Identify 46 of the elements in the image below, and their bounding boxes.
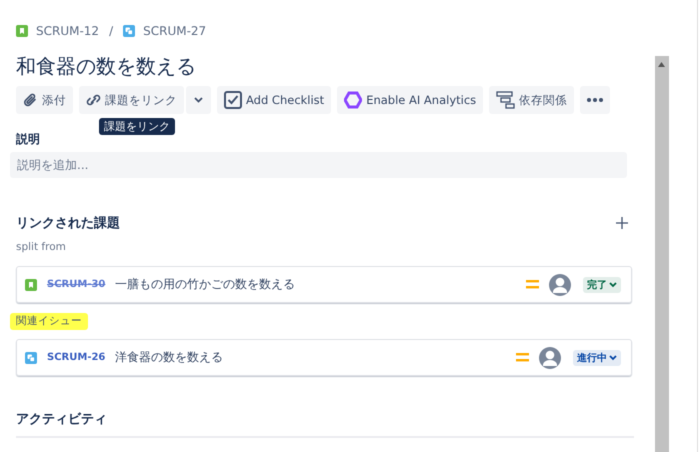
attach-button[interactable]: 添付	[16, 86, 73, 114]
add-icon[interactable]	[616, 217, 628, 229]
bookmark-icon	[16, 25, 28, 37]
tooltip: 課題をリンク	[99, 118, 175, 135]
priority-icon	[516, 353, 529, 362]
issue-key-link[interactable]: SCRUM-26	[47, 352, 105, 363]
paperclip-icon	[23, 93, 38, 107]
section-heading: リンクされた課題	[16, 215, 120, 232]
status-button[interactable]: 進行中	[573, 350, 621, 366]
checkbox-icon	[224, 91, 242, 109]
breadcrumb-separator: /	[109, 24, 114, 38]
breadcrumb-link[interactable]: SCRUM-12	[36, 24, 100, 38]
bookmark-icon	[25, 278, 37, 290]
avatar-icon	[539, 346, 561, 368]
scrollbar[interactable]	[655, 56, 669, 452]
issue-card[interactable]: SCRUM-30 一膳もの用の竹かごの数を数える 完了	[16, 266, 632, 303]
description-label: 説明	[16, 131, 41, 147]
issue-summary: 洋食器の数を数える	[115, 349, 224, 366]
scroll-up-icon[interactable]	[658, 62, 665, 67]
subtask-icon	[25, 352, 37, 364]
chevron-down-icon	[609, 354, 617, 360]
issue-summary: 一膳もの用の竹かごの数を数える	[115, 276, 296, 293]
status-button[interactable]: 完了	[583, 276, 621, 292]
ai-button[interactable]: Enable AI Analytics	[337, 86, 484, 114]
chevron-down-icon	[194, 97, 203, 103]
more-icon	[587, 98, 604, 102]
dependency-button[interactable]: 依存関係	[489, 86, 574, 114]
chevron-down-icon	[609, 282, 617, 288]
section-heading: アクティビティ	[16, 410, 634, 438]
issue-title[interactable]: 和食器の数を数える	[16, 52, 650, 80]
gantt-icon	[496, 91, 516, 109]
link-icon	[86, 93, 101, 107]
group-label: split from	[16, 241, 66, 255]
more-button[interactable]	[580, 86, 610, 114]
priority-icon	[526, 280, 539, 289]
description-field[interactable]: 説明を追加...	[10, 152, 627, 178]
issue-key-link[interactable]: SCRUM-30	[47, 279, 105, 290]
subtask-icon	[123, 25, 136, 37]
issue-card[interactable]: SCRUM-26 洋食器の数を数える 進行中	[16, 339, 632, 376]
checklist-button[interactable]: Add Checklist	[217, 86, 332, 114]
dropdown-button[interactable]	[186, 86, 211, 114]
breadcrumb-link[interactable]: SCRUM-27	[143, 24, 206, 38]
hexagon-icon	[344, 91, 362, 109]
link-button[interactable]: 課題をリンク	[79, 86, 184, 114]
group-label: 関連イシュー	[10, 313, 88, 330]
avatar-icon	[549, 274, 571, 296]
